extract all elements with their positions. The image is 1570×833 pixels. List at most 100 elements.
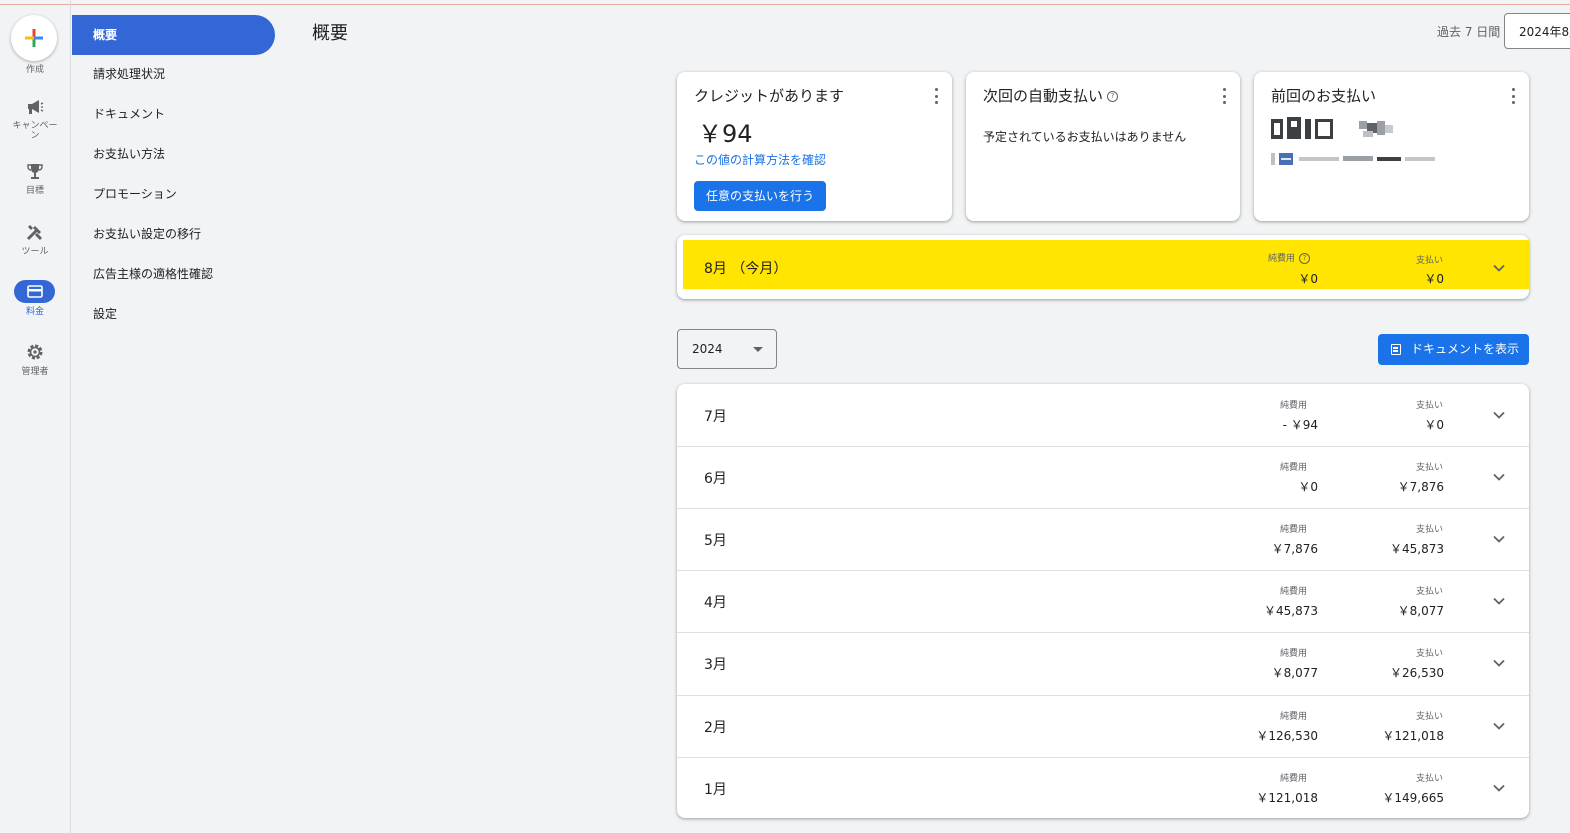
month-label: 6月 [704,471,727,487]
net-cost-header: 純費用 [1279,401,1307,411]
subnav-item-advertiser-verification[interactable]: 広告主様の適格性確認 [72,254,275,294]
net-cost-value: ￥126,530 [1256,729,1318,743]
month-label: 7月 [704,409,727,425]
month-row[interactable]: 1月 純費用 ￥121,018 支払い ￥149,665 [677,757,1529,819]
chevron-down-icon[interactable] [1492,532,1506,546]
next-payment-title: 次回の自動支払い [983,87,1104,105]
subnav-item-settings[interactable]: 設定 [72,294,275,334]
top-border [0,0,1570,5]
rail-label-billing[interactable]: 料金 [0,307,70,317]
more-vert-icon[interactable] [934,88,938,104]
row-divider [677,570,1529,571]
calculation-link[interactable]: この値の計算方法を確認 [694,151,826,168]
date-range-select[interactable]: 2024年8月 [1504,13,1570,49]
current-month-highlight [683,240,1529,289]
gear-icon[interactable] [25,342,45,362]
plus-icon [25,29,43,47]
net-cost-value: ￥0 [1298,480,1318,494]
rail-label-campaigns[interactable]: キャンペー ン [0,121,70,141]
billing-icon[interactable] [14,280,55,303]
month-label: 3月 [704,657,727,673]
make-payment-button[interactable]: 任意の支払いを行う [694,181,826,211]
redacted-payment-method [1271,153,1435,165]
month-row[interactable]: 6月 純費用 ￥0 支払い ￥7,876 [677,446,1529,508]
redacted-payment-date [1271,117,1393,139]
help-icon[interactable]: ? [1299,253,1310,264]
last-payment-card: 前回のお支払い [1254,72,1529,221]
subnav-item-documents[interactable]: ドキュメント [72,94,275,134]
credit-card-title: クレジットがあります [694,87,845,105]
view-documents-label: ドキュメントを表示 [1411,342,1520,356]
month-label: 2月 [704,720,727,736]
help-icon[interactable]: ? [1107,91,1119,102]
month-row[interactable]: 7月 純費用 - ￥94 支払い ￥0 [677,384,1529,446]
net-cost-header: 純費用 [1279,649,1307,659]
net-cost-value: ￥8,077 [1271,666,1318,680]
month-row[interactable]: 3月 純費用 ￥8,077 支払い ￥26,530 [677,632,1529,694]
current-month-card[interactable]: 8月 （今月） 純費用? ￥0 支払い ￥0 [677,235,1529,299]
payment-header: 支払い [1415,525,1443,535]
no-scheduled-payment-text: 予定されているお支払いはありません [983,130,1187,144]
row-divider [677,632,1529,633]
subnav-item-overview[interactable]: 概要 [72,15,275,55]
subnav-item-promotions[interactable]: プロモーション [72,174,275,214]
subnav-item-settings-migration[interactable]: お支払い設定の移行 [72,214,275,254]
month-row[interactable]: 5月 純費用 ￥7,876 支払い ￥45,873 [677,508,1529,570]
chevron-down-icon[interactable] [1492,261,1506,275]
payment-header: 支払い [1415,712,1443,722]
year-select-value: 2024 [692,342,723,356]
tools-icon[interactable] [25,222,45,242]
row-divider [677,446,1529,447]
rail-label-admin[interactable]: 管理者 [0,367,70,377]
chevron-down-icon[interactable] [1492,719,1506,733]
next-payment-card: 次回の自動支払い? 予定されているお支払いはありません [966,72,1240,221]
month-label: 5月 [704,533,727,549]
credit-card: クレジットがあります ￥94 この値の計算方法を確認 任意の支払いを行う [677,72,952,221]
subnav-item-billing-status[interactable]: 請求処理状況 [72,54,275,94]
create-label: 作成 [25,65,44,75]
current-net-cost: ￥0 [1298,272,1318,286]
megaphone-icon[interactable] [25,97,45,117]
net-cost-header: 純費用 [1279,587,1307,597]
chevron-down-icon[interactable] [1492,408,1506,422]
chevron-down-icon[interactable] [1492,781,1506,795]
credit-amount: ￥94 [698,120,753,148]
month-row[interactable]: 2月 純費用 ￥126,530 支払い ￥121,018 [677,695,1529,757]
payment-value: ￥0 [1424,418,1444,432]
payment-value: ￥121,018 [1382,729,1444,743]
date-range-label: 過去 7 日間 [1437,25,1501,39]
view-documents-button[interactable]: ドキュメントを表示 [1378,334,1529,365]
payment-header: 支払い [1415,463,1443,473]
month-label: 4月 [704,595,727,611]
payment-header: 支払い [1415,401,1443,411]
row-divider [677,757,1529,758]
payment-value: ￥7,876 [1397,480,1444,494]
current-month-label: 8月 （今月） [704,261,788,277]
net-cost-header: 純費用 [1279,525,1307,535]
document-icon [1391,344,1401,355]
rail-label-tools[interactable]: ツール [0,247,70,257]
net-cost-value: ￥7,876 [1271,542,1318,556]
net-cost-value: ￥121,018 [1256,791,1318,805]
payment-value: ￥149,665 [1382,791,1444,805]
more-vert-icon[interactable] [1222,88,1226,104]
row-divider [677,695,1529,696]
payment-value: ￥8,077 [1397,604,1444,618]
payment-header: 支払い [1415,587,1443,597]
rail-label-goals[interactable]: 目標 [0,186,70,196]
trophy-icon[interactable] [25,161,45,181]
row-divider [677,508,1529,509]
net-cost-header: 純費用 [1279,712,1307,722]
chevron-down-icon[interactable] [1492,594,1506,608]
chevron-down-icon[interactable] [1492,470,1506,484]
month-list-card: 7月 純費用 - ￥94 支払い ￥0 6月 純費用 ￥0 支払い ￥7,876 5月 純費用 ￥7,8… [677,384,1529,818]
create-button[interactable] [11,15,57,61]
net-cost-value: - ￥94 [1282,418,1318,432]
payment-value: ￥45,873 [1390,542,1444,556]
year-select[interactable]: 2024 [677,329,777,369]
month-row[interactable]: 4月 純費用 ￥45,873 支払い ￥8,077 [677,570,1529,632]
subnav-item-payment-methods[interactable]: お支払い方法 [72,134,275,174]
chevron-down-icon[interactable] [1492,656,1506,670]
more-vert-icon[interactable] [1511,88,1515,104]
current-payment: ￥0 [1424,272,1444,286]
